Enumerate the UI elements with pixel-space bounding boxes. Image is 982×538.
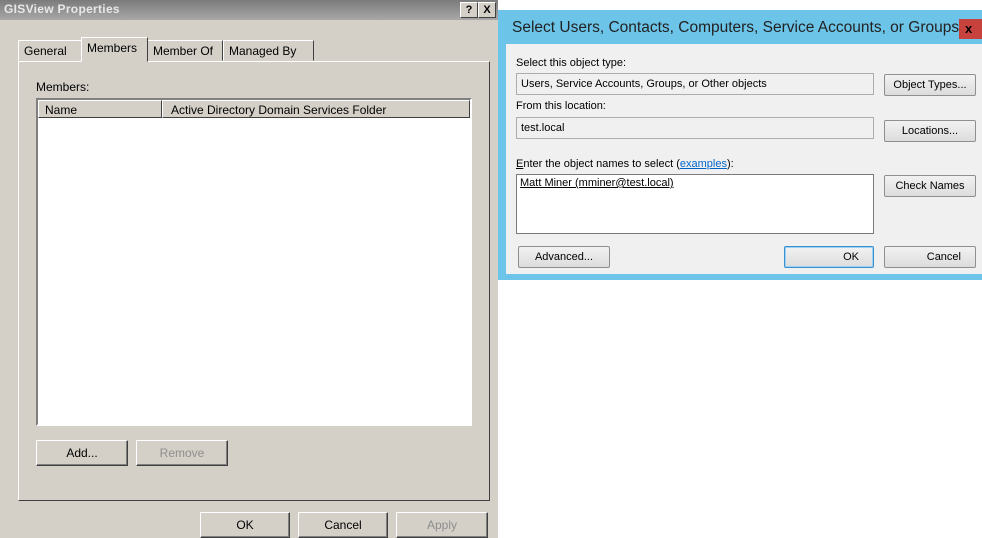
add-button[interactable]: Add... (36, 440, 128, 466)
object-names-input[interactable]: Matt Miner (mminer@test.local) (516, 174, 874, 234)
select-dialog-close-button[interactable]: x (959, 19, 982, 39)
close-icon: x (965, 21, 973, 36)
location-field: test.local (516, 117, 874, 139)
tab-general[interactable]: General (18, 40, 82, 61)
object-type-label: Select this object type: (516, 57, 627, 69)
select-users-dialog: Select Users, Contacts, Computers, Servi… (498, 10, 982, 280)
object-type-field: Users, Service Accounts, Groups, or Othe… (516, 73, 874, 95)
properties-title: GISView Properties (4, 2, 120, 16)
select-dialog-body: Select this object type: Users, Service … (506, 44, 982, 274)
column-header-folder[interactable]: Active Directory Domain Services Folder (162, 100, 470, 118)
tab-members[interactable]: Members (81, 37, 148, 62)
members-list[interactable]: Name Active Directory Domain Services Fo… (36, 98, 472, 426)
object-names-label-text: nter the object names to select ( (523, 158, 680, 170)
location-label: From this location: (516, 100, 606, 112)
close-button[interactable]: X (478, 2, 496, 18)
object-types-button[interactable]: Object Types... (884, 74, 976, 96)
cancel-button[interactable]: Cancel (298, 512, 388, 538)
tab-member-of[interactable]: Member Of (147, 40, 223, 61)
select-dialog-title: Select Users, Contacts, Computers, Servi… (512, 19, 960, 36)
remove-button[interactable]: Remove (136, 440, 228, 466)
members-label: Members: (36, 80, 90, 94)
object-names-label: Enter the object names to select (exampl… (516, 158, 734, 170)
members-list-header: Name Active Directory Domain Services Fo… (38, 100, 470, 120)
select-cancel-button[interactable]: Cancel (884, 246, 976, 268)
resolved-name: Matt Miner (mminer@test.local) (520, 177, 674, 189)
tab-managed-by[interactable]: Managed By (223, 40, 314, 61)
advanced-button[interactable]: Advanced... (518, 246, 610, 268)
examples-link[interactable]: examples (680, 158, 727, 170)
check-names-button[interactable]: Check Names (884, 175, 976, 197)
properties-dialog: GISView Properties ? X General Members M… (0, 0, 498, 538)
locations-button[interactable]: Locations... (884, 120, 976, 142)
object-names-label-end: ): (726, 158, 734, 170)
help-button[interactable]: ? (460, 2, 478, 18)
column-header-name[interactable]: Name (38, 100, 162, 118)
apply-button[interactable]: Apply (396, 512, 488, 538)
properties-title-bar[interactable]: GISView Properties ? X (0, 0, 498, 20)
ok-button[interactable]: OK (200, 512, 290, 538)
select-ok-button[interactable]: OK (784, 246, 874, 268)
